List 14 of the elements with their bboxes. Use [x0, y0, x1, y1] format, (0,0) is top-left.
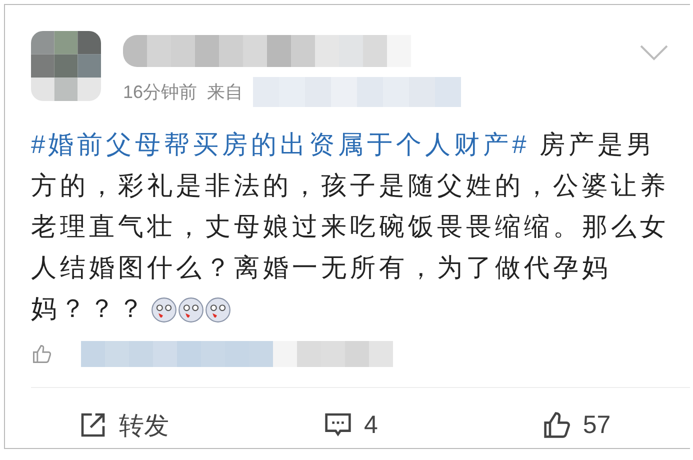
post-time: 16分钟前 — [123, 81, 198, 104]
like-button[interactable]: 57 — [542, 410, 611, 440]
emoji-icon — [178, 297, 204, 324]
emoji-icon — [151, 297, 177, 324]
source-label: 来自 — [207, 81, 244, 104]
post-text: #婚前父母帮买房的出资属于个人财产# 房产是男方的，彩礼是非法的，孩子是随父姓的，公婆让养老理直气壮，丈母娘过来吃碗饭畏畏缩缩。那么女人结婚图什么？离婚一无所有，为了做代孕妈妈？？？ — [31, 130, 670, 326]
emoji-icon — [205, 297, 231, 324]
comment-button[interactable]: 4 — [324, 410, 378, 440]
thumbs-up-icon — [31, 342, 53, 365]
thumbs-up-icon — [542, 411, 571, 440]
share-icon — [79, 411, 107, 440]
repost-button[interactable]: 转发 — [79, 408, 169, 442]
avatar[interactable] — [31, 31, 101, 101]
topic-link[interactable]: #婚前父母帮买房的出资属于个人财产# — [31, 131, 530, 159]
